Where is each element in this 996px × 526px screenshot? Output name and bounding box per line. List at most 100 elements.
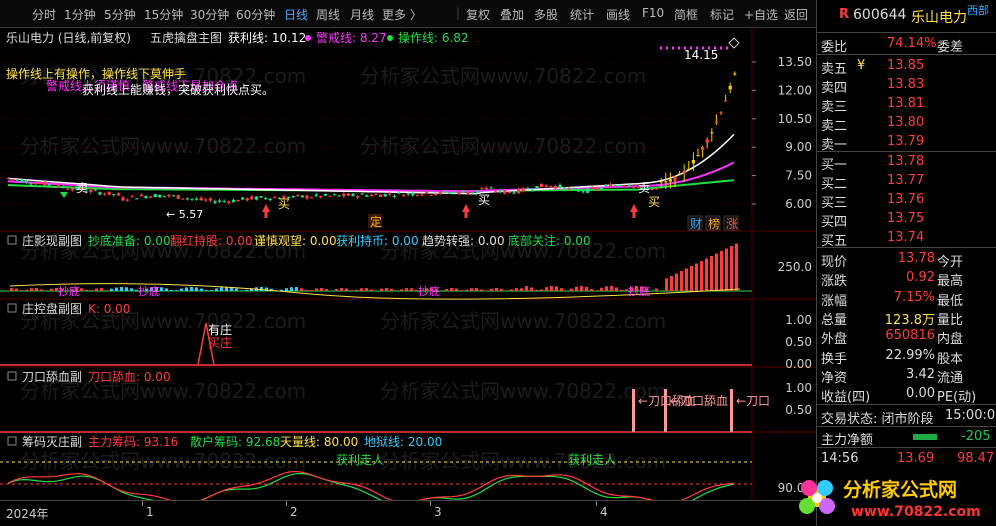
sub1-label-1: 翻红持股: 0.00	[170, 233, 253, 248]
period-tab-7[interactable]: 周线	[316, 6, 340, 23]
sub1-bar	[680, 271, 683, 291]
watermark-text: 分析家公式网www.70822.com	[380, 449, 666, 473]
sub1-bar	[80, 288, 83, 291]
sub4-annotation-2: 获利走人	[568, 453, 616, 467]
candle-body	[664, 181, 668, 183]
sub1-bar	[720, 251, 723, 291]
period-tab-4[interactable]: 30分钟	[190, 6, 229, 23]
candle-body	[383, 193, 387, 197]
candle-body	[687, 168, 691, 170]
time-tick-2: 2	[290, 505, 298, 519]
tool-button-6[interactable]: 简框	[674, 6, 698, 23]
sub1-title: 庄影现副图	[22, 233, 82, 248]
tool-button-8[interactable]: +自选	[744, 6, 778, 23]
logo-svg: 分析家公式网 www.70822.com	[799, 478, 981, 520]
note-profit: 获利线上能赚钱，突破获利快点买。	[82, 82, 274, 97]
sub1-bar	[180, 288, 183, 291]
period-tab-0[interactable]: 分时	[32, 6, 56, 23]
sell-row: 卖二 13.80	[817, 114, 996, 134]
candle-body	[466, 192, 470, 195]
news-badge-text: 财	[690, 217, 702, 231]
candle-body	[733, 73, 737, 75]
candle-body	[296, 194, 300, 196]
sub1-bar	[300, 288, 303, 291]
net-row: 主力净额 -205	[817, 428, 996, 448]
candle-body	[599, 187, 603, 189]
sub1-bar	[360, 288, 363, 291]
candle-body	[57, 184, 61, 188]
candle-body	[319, 195, 323, 198]
sub1-bar	[555, 286, 558, 291]
sub2-y-tick: 0.00	[785, 357, 812, 371]
period-tab-9[interactable]: 更多 〉	[382, 6, 422, 23]
sub1-bar	[575, 286, 578, 291]
divider	[817, 404, 996, 405]
candle-body	[452, 191, 456, 193]
tool-button-4[interactable]: 画线	[606, 6, 630, 23]
sub2-annotation-1: 有庄	[208, 322, 232, 337]
sub1-bar	[120, 287, 123, 291]
panel-toggle-icon	[7, 371, 17, 381]
period-tab-8[interactable]: 月线	[350, 6, 374, 23]
sub1-y-tick: 250.0	[778, 260, 812, 274]
sub1-bar	[675, 273, 678, 291]
candle-body	[705, 139, 709, 143]
stat-row: 净资 3.42 流通	[817, 366, 996, 386]
tool-button-3[interactable]: 统计	[570, 6, 594, 23]
sub1-bar	[365, 288, 368, 291]
sub1-label-2: 谨慎观望: 0.00	[254, 234, 337, 248]
tool-button-0[interactable]: 复权	[466, 6, 490, 23]
sub1-bar	[495, 288, 498, 291]
chart-area[interactable]: 分析家公式网www.70822.com 分析家公式网www.70822.com 分析…	[0, 28, 816, 526]
sell-price: 13.80	[887, 115, 925, 130]
sub2-y-tick: 0.50	[785, 335, 812, 349]
divider	[817, 426, 996, 427]
candle-body	[406, 193, 410, 195]
period-tab-1[interactable]: 1分钟	[64, 6, 96, 23]
candle-body	[668, 179, 672, 182]
tool-button-1[interactable]: 叠加	[500, 6, 524, 23]
sub3-y-tick: 1.00	[785, 381, 812, 395]
divider	[817, 247, 996, 248]
tool-button-2[interactable]: 多股	[534, 6, 558, 23]
candle-body	[489, 187, 493, 189]
sub1-bar	[715, 253, 718, 291]
sub1-bar	[460, 290, 463, 291]
tool-button-9[interactable]: 返回	[784, 6, 808, 23]
low-price-label: ← 5.57	[166, 208, 203, 221]
stat-key2: 最低	[937, 293, 964, 309]
candle-body	[199, 197, 203, 201]
sell-price: 13.83	[887, 77, 925, 92]
dot-icon	[305, 35, 311, 41]
sub1-bar	[100, 288, 103, 291]
sub1-bar	[170, 289, 173, 291]
sub1-bar	[220, 287, 223, 291]
sub1-bar	[470, 288, 473, 291]
indicator-warning-line: 警戒线: 8.27	[316, 30, 387, 45]
period-tab-5[interactable]: 60分钟	[236, 6, 275, 23]
candle-body	[273, 197, 277, 199]
candle-body	[576, 189, 580, 192]
candle-body	[116, 193, 120, 196]
candle-body	[139, 194, 143, 197]
candle-body	[213, 201, 217, 204]
tool-button-5[interactable]: F10	[642, 6, 664, 20]
sub1-bar	[310, 290, 313, 291]
period-tab-3[interactable]: 15分钟	[144, 6, 183, 23]
tool-button-7[interactable]: 标记	[710, 6, 734, 23]
sub1-bar	[400, 289, 403, 291]
sub1-bar	[580, 286, 583, 291]
stock-header[interactable]: R 600644 乐山电力 西部	[817, 4, 996, 28]
candle-body	[314, 194, 318, 196]
sub1-bar	[690, 266, 693, 291]
sub2-k-label: K: 0.00	[88, 302, 130, 316]
stat-key2: 量比	[937, 312, 964, 328]
main-y-tick: 6.00	[785, 197, 812, 211]
sub3-annotation-2: ←刀口	[736, 394, 770, 408]
sub3-y-tick: 0.50	[785, 403, 812, 417]
period-tab-2[interactable]: 5分钟	[104, 6, 136, 23]
candle-body	[402, 194, 406, 197]
time-tick-3: 3	[434, 505, 442, 519]
candle-body	[305, 195, 309, 199]
period-tab-6[interactable]: 日线	[284, 6, 308, 23]
